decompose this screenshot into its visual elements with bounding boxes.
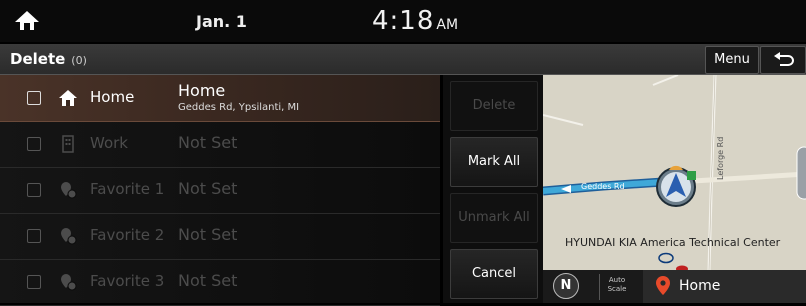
date-display: Jan. 1	[196, 12, 247, 31]
clock-time: 4:18	[372, 6, 435, 36]
map-canvas: Geddes Rd Leforge Rd	[543, 75, 806, 303]
list-item-value: Not Set	[178, 225, 238, 244]
checkbox	[27, 229, 41, 243]
selected-count: (0)	[71, 54, 87, 67]
building-icon	[58, 134, 78, 154]
back-arrow-icon	[774, 52, 794, 66]
autoscale-button[interactable]: Auto Scale	[599, 274, 634, 300]
list-item-label: Favorite 1	[90, 180, 165, 198]
list-item-value: Not Set	[178, 271, 238, 290]
list-item-favorite-1: Favorite 1 Not Set	[0, 167, 440, 214]
favorite-pin-icon	[58, 180, 78, 200]
list-item-address: Geddes Rd, Ypsilanti, MI	[178, 102, 300, 113]
list-item-name: Home	[178, 81, 226, 100]
list-item-value: Not Set	[178, 179, 238, 198]
list-item-home[interactable]: Home Home Geddes Rd, Ypsilanti, MI	[0, 75, 440, 122]
list-item-label: Favorite 2	[90, 226, 165, 244]
checkbox	[27, 275, 41, 289]
menu-button[interactable]: Menu	[705, 46, 759, 74]
destination-label: Home	[679, 278, 721, 294]
road-label-leforge: Leforge Rd	[716, 137, 725, 180]
home-icon	[58, 88, 78, 108]
autoscale-line2: Scale	[607, 285, 627, 293]
status-bar: Jan. 1 4:18 AM	[0, 0, 806, 42]
screen-header: Delete (0) Menu	[0, 44, 806, 75]
list-item-label: Home	[90, 88, 135, 106]
cancel-button[interactable]: Cancel	[450, 249, 538, 299]
road-label-geddes: Geddes Rd	[581, 182, 625, 191]
list-item-value: Not Set	[178, 133, 238, 152]
mark-all-button[interactable]: Mark All	[450, 137, 538, 187]
clock-display: 4:18 AM	[372, 6, 458, 36]
favorite-pin-icon	[58, 272, 78, 292]
action-panel: Delete Mark All Unmark All Cancel	[443, 75, 543, 303]
list-item-favorite-2: Favorite 2 Not Set	[0, 213, 440, 260]
autoscale-line1: Auto	[608, 276, 626, 284]
home-icon[interactable]	[12, 8, 42, 34]
destination-chip[interactable]: Home	[643, 270, 806, 303]
location-pin-icon	[656, 276, 670, 295]
list-item-work: Work Not Set	[0, 121, 440, 168]
compass-button[interactable]: N	[553, 273, 579, 299]
list-item-favorite-3: Favorite 3 Not Set	[0, 259, 440, 306]
page-title-text: Delete	[10, 50, 66, 68]
checkbox[interactable]	[27, 91, 41, 105]
list-item-label: Favorite 3	[90, 272, 165, 290]
unmark-all-button[interactable]: Unmark All	[450, 193, 538, 243]
list-item-label: Work	[90, 134, 128, 152]
clock-ampm: AM	[436, 17, 459, 33]
favorite-pin-icon	[58, 226, 78, 246]
back-button[interactable]	[760, 46, 806, 74]
checkbox	[27, 137, 41, 151]
map-view[interactable]: Geddes Rd Leforge Rd HYUNDAI KIA America…	[543, 75, 806, 303]
checkbox	[27, 183, 41, 197]
delete-button[interactable]: Delete	[450, 81, 538, 131]
poi-label: HYUNDAI KIA America Technical Center	[565, 236, 781, 249]
map-bottom-bar: N Auto Scale Home	[543, 270, 806, 303]
destination-list: Home Home Geddes Rd, Ypsilanti, MI Work …	[0, 75, 440, 306]
page-title: Delete (0)	[10, 50, 87, 68]
